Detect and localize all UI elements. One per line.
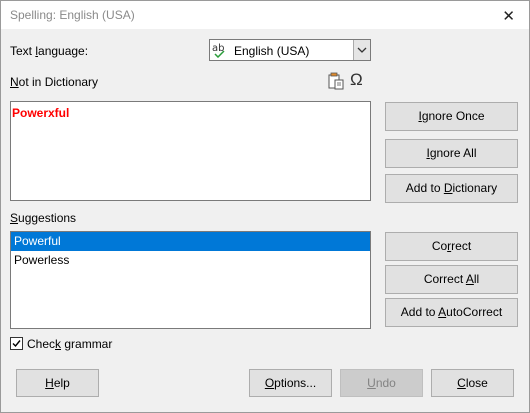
special-character-icon[interactable]: Ω — [350, 70, 363, 90]
text-language-label: Text language: — [10, 44, 89, 58]
undo-button[interactable]: Undo — [340, 369, 423, 397]
help-button[interactable]: Help — [16, 369, 99, 397]
check-grammar-label: Check grammar — [27, 337, 113, 351]
ignore-all-button[interactable]: Ignore All — [385, 139, 518, 168]
correct-all-button[interactable]: Correct All — [385, 265, 518, 294]
options-button[interactable]: Options... — [249, 369, 332, 397]
not-in-dictionary-textbox[interactable]: Powerxful — [10, 101, 371, 201]
language-check-icon: ab — [212, 42, 230, 59]
paste-icon[interactable] — [327, 72, 345, 93]
add-to-autocorrect-button[interactable]: Add to AutoCorrect — [385, 298, 518, 327]
spelling-dialog: Spelling: English (USA) ✕ Text language:… — [0, 0, 530, 413]
suggestions-list[interactable]: Powerful Powerless — [10, 231, 371, 329]
list-item[interactable]: Powerless — [11, 251, 370, 270]
ignore-once-button[interactable]: Ignore Once — [385, 102, 518, 131]
language-select[interactable]: ab English (USA) — [209, 39, 371, 61]
title-bar: Spelling: English (USA) ✕ — [1, 1, 529, 29]
add-to-dictionary-button[interactable]: Add to Dictionary — [385, 174, 518, 203]
check-grammar-checkbox[interactable] — [10, 337, 23, 350]
suggestions-label: Suggestions — [10, 211, 77, 225]
window-title: Spelling: English (USA) — [10, 8, 135, 22]
correct-button[interactable]: Correct — [385, 232, 518, 261]
list-item[interactable]: Powerful — [11, 232, 370, 251]
language-value: English (USA) — [234, 44, 310, 58]
misspelled-word: Powerxful — [12, 106, 70, 120]
close-button[interactable]: Close — [431, 369, 514, 397]
chevron-down-icon[interactable] — [353, 40, 370, 60]
not-in-dictionary-label: Not in Dictionary — [10, 75, 99, 89]
close-icon[interactable]: ✕ — [502, 7, 515, 25]
